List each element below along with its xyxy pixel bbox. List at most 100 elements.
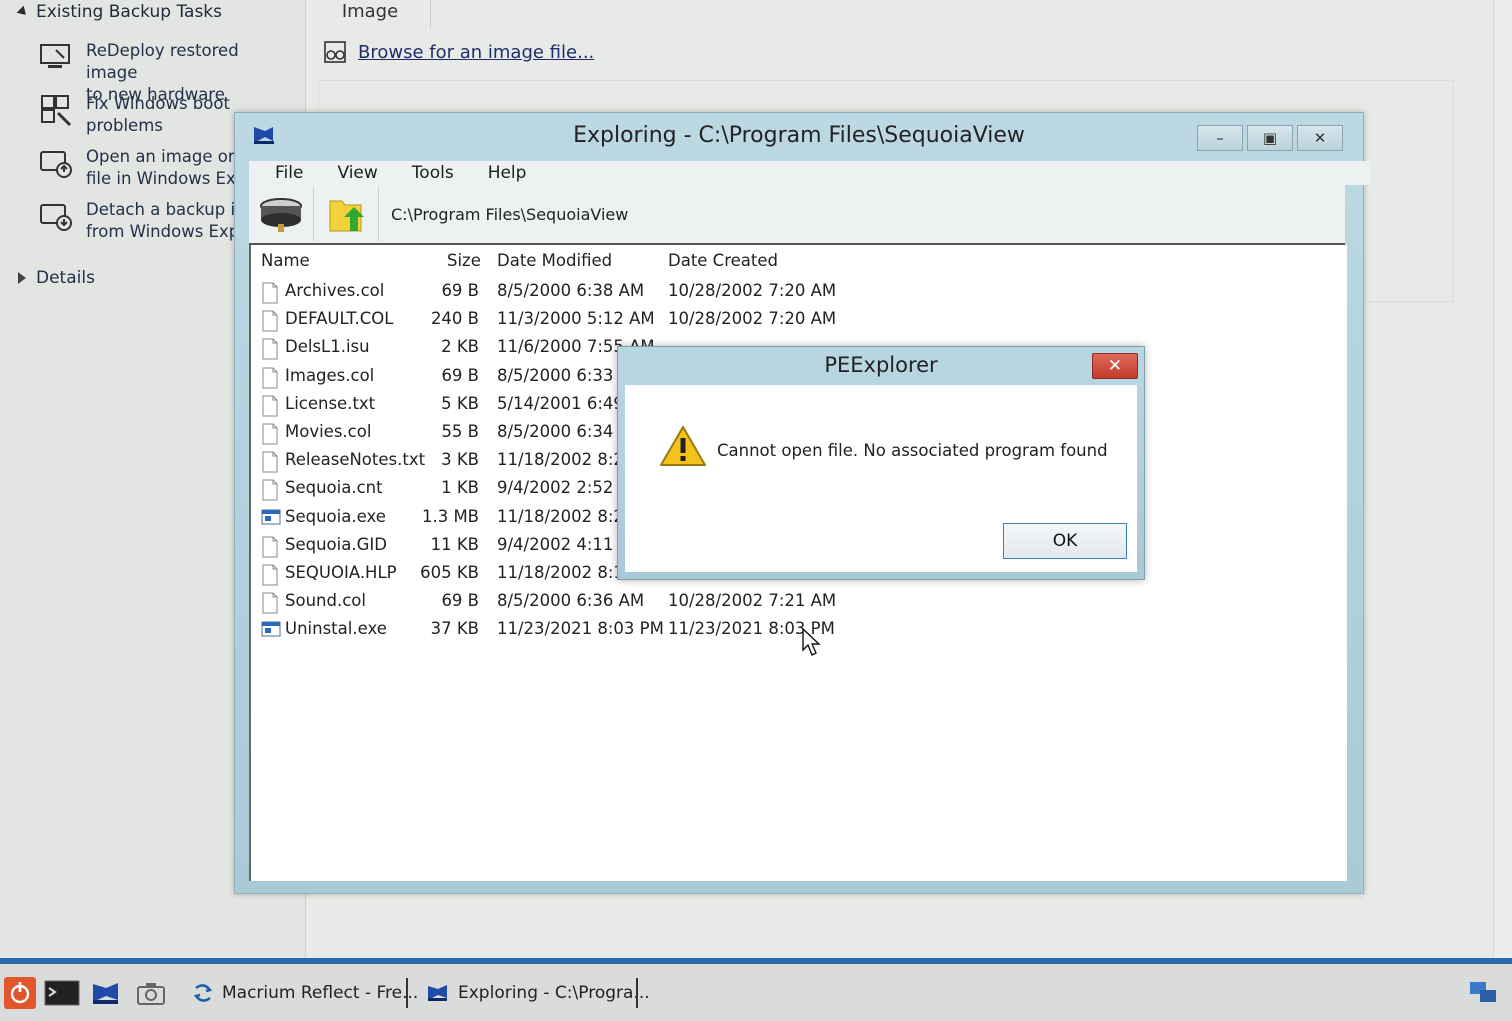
file-date-created: 10/28/2002 7:21 AM — [668, 591, 837, 611]
document-file-icon — [261, 367, 279, 393]
camera-icon — [137, 983, 165, 1005]
explorer-titlebar[interactable]: Exploring - C:\Program Files\SequoiaView… — [235, 113, 1363, 161]
ok-button[interactable]: OK — [1003, 523, 1127, 559]
file-size: 69 B — [441, 365, 479, 385]
taskbar-item-label: Macrium Reflect - Fre... — [222, 983, 419, 1003]
hard-drive-icon — [260, 198, 302, 232]
file-name: Sequoia.cnt — [285, 478, 383, 498]
error-dialog: PEExplorer ✕ Cannot open file. No associ… — [617, 346, 1145, 580]
file-size: 3 KB — [441, 450, 479, 470]
menu-tools[interactable]: Tools — [412, 163, 454, 183]
close-button[interactable]: ✕ — [1297, 125, 1343, 151]
redeploy-icon — [40, 44, 70, 68]
file-name: Sound.col — [285, 591, 366, 611]
file-size: 11 KB — [430, 534, 479, 554]
group-title: Existing Backup Tasks — [36, 2, 223, 22]
document-file-icon — [261, 395, 279, 421]
screenshot-launcher[interactable] — [136, 976, 166, 1010]
peexplorer-launcher[interactable] — [90, 976, 122, 1010]
minimize-icon: – — [1216, 129, 1224, 147]
explorer-toolbar: C:\Program Files\SequoiaView — [249, 185, 1345, 245]
file-date-modified: 8/5/2000 6:36 AM — [497, 591, 645, 611]
file-name: License.txt — [285, 393, 376, 413]
power-button[interactable] — [4, 976, 36, 1010]
existing-backup-tasks-header[interactable]: Existing Backup Tasks — [16, 2, 223, 22]
document-file-icon — [261, 451, 279, 477]
file-name: DelsL1.isu — [285, 337, 370, 357]
file-name: Uninstal.exe — [285, 619, 387, 639]
document-file-icon — [261, 564, 279, 590]
file-date-modified: 11/3/2000 5:12 AM — [497, 309, 655, 329]
close-icon: ✕ — [1107, 356, 1123, 376]
document-file-icon — [261, 479, 279, 505]
menu-file[interactable]: File — [275, 163, 303, 183]
details-label: Details — [36, 268, 95, 288]
file-row[interactable]: Sound.col 69 B 8/5/2000 6:36 AM 10/28/2002 … — [251, 589, 1347, 617]
details-expander[interactable]: Details — [18, 268, 95, 288]
file-size: 37 KB — [430, 619, 479, 639]
task-label: Open an image or file in Windows Ex — [86, 147, 236, 188]
dialog-close-button[interactable]: ✕ — [1092, 353, 1138, 379]
file-date-modified: 11/23/2021 8:03 PM — [497, 619, 664, 639]
network-tray-icon — [1470, 982, 1496, 1002]
tray-network[interactable] — [1466, 976, 1500, 1010]
document-file-icon — [261, 282, 279, 308]
collapse-triangle-icon — [16, 5, 30, 19]
file-row[interactable]: Uninstal.exe 37 KB 11/23/2021 8:03 PM 11/23… — [251, 617, 1347, 645]
peexplorer-app-icon — [93, 983, 118, 1004]
taskbar: Macrium Reflect - Fre... Exploring - C:\… — [0, 958, 1512, 1021]
file-name: DEFAULT.COL — [285, 309, 394, 329]
column-header-name[interactable]: Name — [261, 251, 310, 270]
tab-image[interactable]: Image — [310, 0, 431, 28]
browse-image-link[interactable]: Browse for an image file... — [358, 42, 594, 63]
task-label: Detach a backup in from Windows Exp — [86, 200, 246, 241]
menu-view[interactable]: View — [337, 163, 377, 183]
browse-glasses-icon — [324, 41, 346, 63]
file-row[interactable]: Archives.col 69 B 8/5/2000 6:38 AM 10/28/20… — [251, 279, 1347, 307]
file-date-modified: 11/18/2002 8:24 — [497, 506, 635, 526]
window-controls: – ▣ ✕ — [1197, 125, 1343, 151]
minimize-button[interactable]: – — [1197, 125, 1243, 151]
folder-up-icon — [329, 200, 364, 232]
file-size: 1.3 MB — [421, 506, 479, 526]
file-row[interactable]: DEFAULT.COL 240 B 11/3/2000 5:12 AM 10/28/2… — [251, 307, 1347, 335]
power-icon — [4, 977, 36, 1009]
maximize-button[interactable]: ▣ — [1247, 125, 1293, 151]
up-folder-button[interactable] — [314, 187, 379, 241]
file-size: 1 KB — [441, 478, 479, 498]
explorer-title: Exploring - C:\Program Files\SequoiaView — [573, 123, 1025, 148]
taskbar-item-label: Exploring - C:\Progra... — [458, 983, 650, 1003]
file-name: Movies.col — [285, 422, 372, 441]
file-name: Archives.col — [285, 281, 385, 300]
file-name: SEQUOIA.HLP — [285, 563, 397, 582]
explorer-menubar: File View Tools Help — [249, 161, 1371, 185]
taskbar-item-explorer[interactable]: Exploring - C:\Progra... — [426, 976, 650, 1010]
column-header-created[interactable]: Date Created — [668, 251, 778, 270]
detach-icon — [40, 204, 72, 231]
application-file-icon — [261, 508, 281, 530]
file-date-created: 10/28/2002 7:20 AM — [668, 281, 837, 300]
column-header-modified[interactable]: Date Modified — [497, 251, 612, 270]
warning-icon — [660, 426, 706, 466]
file-name: Sequoia.GID — [285, 534, 387, 554]
file-date-modified: 11/18/2002 8:26 — [497, 450, 635, 470]
column-header-size[interactable]: Size — [447, 251, 481, 270]
macrium-icon — [193, 984, 213, 1002]
file-name: Images.col — [285, 365, 375, 385]
document-file-icon — [261, 338, 279, 364]
drives-button[interactable] — [249, 187, 314, 241]
expand-triangle-icon — [18, 272, 26, 284]
taskbar-separator — [636, 978, 638, 1008]
mouse-cursor-icon — [802, 628, 821, 656]
file-date-modified: 11/18/2002 8:16 — [497, 563, 635, 582]
document-file-icon — [261, 592, 279, 618]
menu-help[interactable]: Help — [488, 163, 527, 183]
maximize-icon: ▣ — [1262, 129, 1278, 147]
document-file-icon — [261, 536, 279, 562]
dialog-message: Cannot open file. No associated program … — [717, 441, 1108, 460]
file-size: 2 KB — [441, 337, 479, 357]
browse-image-link-row: Browse for an image file... — [322, 40, 594, 64]
command-prompt-button[interactable] — [44, 976, 80, 1010]
taskbar-item-macrium[interactable]: Macrium Reflect - Fre... — [192, 976, 418, 1010]
peexplorer-app-icon — [428, 985, 447, 1001]
